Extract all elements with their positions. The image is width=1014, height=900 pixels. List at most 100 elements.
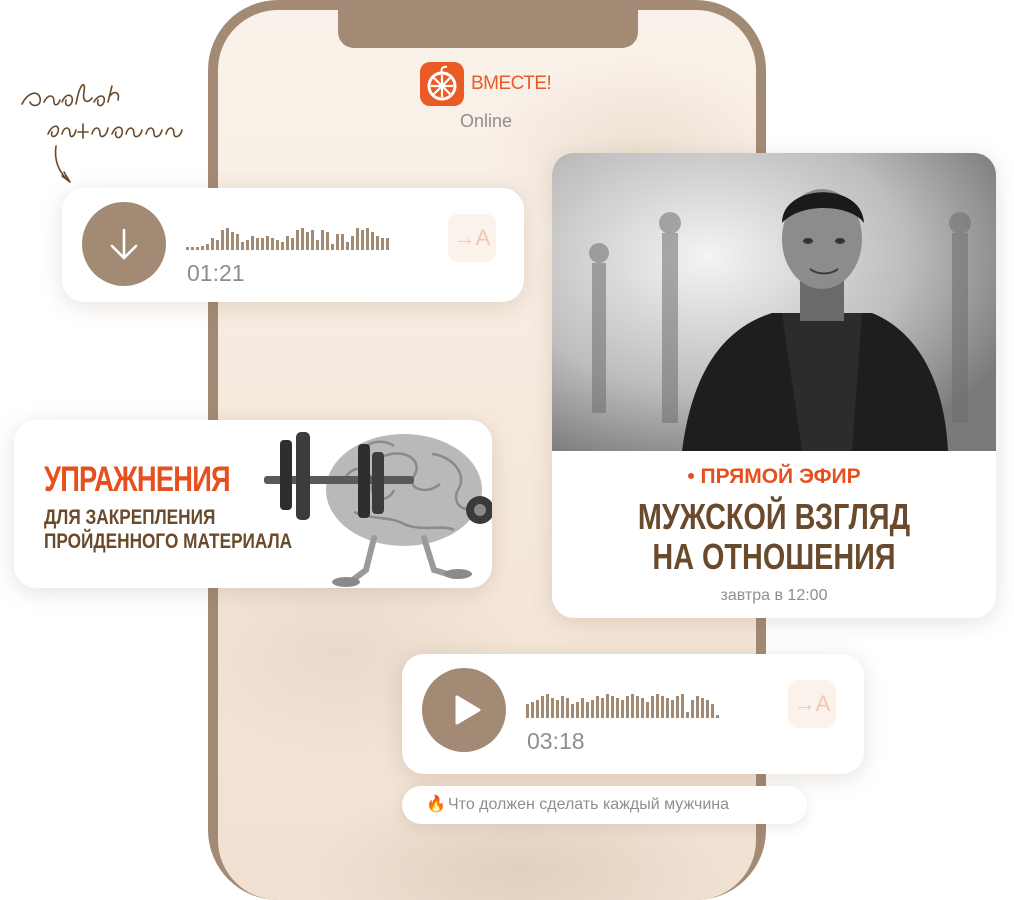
voice-message-1: 01:21 →A xyxy=(62,188,524,302)
live-stream-card[interactable]: • ПРЯМОЙ ЭФИР МУЖСКОЙ ВЗГЛЯД НА ОТНОШЕНИ… xyxy=(552,153,996,618)
waveform-bar xyxy=(351,236,354,250)
translate-button[interactable]: →A xyxy=(788,680,836,728)
waveform-bar xyxy=(196,247,199,250)
waveform-bar xyxy=(331,244,334,250)
waveform-bar xyxy=(566,698,569,718)
waveform-bar xyxy=(246,240,249,250)
waveform-bar xyxy=(571,704,574,718)
waveform-bar xyxy=(341,234,344,250)
waveform-bar xyxy=(581,698,584,718)
voice-duration: 03:18 xyxy=(527,728,585,754)
phone-notch xyxy=(338,0,638,48)
waveform-bar xyxy=(241,242,244,250)
play-icon xyxy=(455,695,481,725)
waveform-bar xyxy=(656,694,659,718)
waveform-bar xyxy=(706,700,709,718)
waveform-bar xyxy=(346,242,349,250)
waveform-bar xyxy=(616,698,619,718)
waveform-bar xyxy=(631,694,634,718)
online-status: Online xyxy=(460,111,513,131)
waveform-bar xyxy=(681,694,684,718)
waveform-bar xyxy=(536,700,539,718)
waveform-bar xyxy=(266,236,269,250)
translate-button[interactable]: →A xyxy=(448,214,496,262)
waveform-bar xyxy=(271,238,274,250)
brain-dumbbell-illustration xyxy=(264,432,492,587)
waveform-bar xyxy=(251,236,254,250)
waveform-bar xyxy=(701,698,704,718)
live-title: МУЖСКОЙ ВЗГЛЯД НА ОТНОШЕНИЯ xyxy=(596,497,951,577)
live-tag: • ПРЯМОЙ ЭФИР xyxy=(687,465,861,488)
waveform-bar xyxy=(261,238,264,250)
waveform-bar xyxy=(676,696,679,718)
waveform-bar xyxy=(236,234,239,250)
waveform-bar xyxy=(691,700,694,718)
waveform xyxy=(526,694,719,718)
waveform-bar xyxy=(311,230,314,250)
waveform-bar xyxy=(186,247,189,250)
host-portrait-photo xyxy=(552,153,996,451)
waveform-bar xyxy=(671,700,674,718)
orange-slice-icon[interactable] xyxy=(420,62,464,106)
waveform-bar xyxy=(586,702,589,718)
waveform-bar xyxy=(641,698,644,718)
waveform-bar xyxy=(301,228,304,250)
waveform-bar xyxy=(191,247,194,250)
waveform-bar xyxy=(716,715,719,718)
waveform-bar xyxy=(216,240,219,250)
exercise-title: УПРАЖНЕНИЯ xyxy=(44,460,231,499)
waveform-bar xyxy=(281,242,284,250)
waveform-bar xyxy=(211,238,214,250)
waveform-bar xyxy=(541,696,544,718)
waveform-bar xyxy=(551,698,554,718)
waveform-bar xyxy=(231,232,234,250)
waveform-bar xyxy=(611,696,614,718)
waveform-bar xyxy=(221,230,224,250)
waveform-bar xyxy=(531,702,534,718)
waveform-bar xyxy=(286,236,289,250)
voice-duration: 01:21 xyxy=(187,260,245,286)
waveform-bar xyxy=(626,696,629,718)
waveform-bar xyxy=(686,712,689,718)
waveform xyxy=(186,228,389,250)
exercise-card[interactable]: УПРАЖНЕНИЯ ДЛЯ ЗАКРЕПЛЕНИЯ ПРОЙДЕННОГО М… xyxy=(14,420,492,588)
live-time: завтра в 12:00 xyxy=(720,587,828,604)
download-button[interactable] xyxy=(82,202,166,286)
waveform-bar xyxy=(666,698,669,718)
caption-text: Что должен сделать каждый мужчина xyxy=(448,796,730,813)
waveform-bar xyxy=(711,704,714,718)
waveform-bar xyxy=(556,700,559,718)
waveform-bar xyxy=(526,704,529,718)
waveform-bar xyxy=(376,236,379,250)
waveform-bar xyxy=(576,702,579,718)
waveform-bar xyxy=(256,238,259,250)
waveform-bar xyxy=(381,238,384,250)
waveform-bar xyxy=(316,240,319,250)
waveform-bar xyxy=(321,230,324,250)
waveform-bar xyxy=(696,696,699,718)
waveform-bar xyxy=(546,694,549,718)
waveform-bar xyxy=(326,232,329,250)
waveform-bar xyxy=(661,696,664,718)
waveform-bar xyxy=(606,694,609,718)
play-button[interactable] xyxy=(422,668,506,752)
waveform-bar xyxy=(596,696,599,718)
waveform-bar xyxy=(366,228,369,250)
handwritten-note xyxy=(21,83,183,183)
waveform-bar xyxy=(226,228,229,250)
message-caption[interactable]: 🔥 Что должен сделать каждый мужчина xyxy=(402,786,807,824)
download-arrow-icon xyxy=(110,228,138,260)
live-title-line2: НА ОТНОШЕНИЯ xyxy=(652,536,896,577)
waveform-bar xyxy=(291,238,294,250)
voice-message-2: 03:18 →A xyxy=(402,654,864,774)
waveform-bar xyxy=(591,700,594,718)
waveform-bar xyxy=(201,246,204,250)
waveform-bar xyxy=(561,696,564,718)
waveform-bar xyxy=(621,700,624,718)
waveform-bar xyxy=(386,238,389,250)
waveform-bar xyxy=(276,240,279,250)
waveform-bar xyxy=(296,230,299,250)
waveform-bar xyxy=(371,232,374,250)
app-brand-name: ВМЕСТЕ! xyxy=(471,73,552,94)
waveform-bar xyxy=(336,234,339,250)
